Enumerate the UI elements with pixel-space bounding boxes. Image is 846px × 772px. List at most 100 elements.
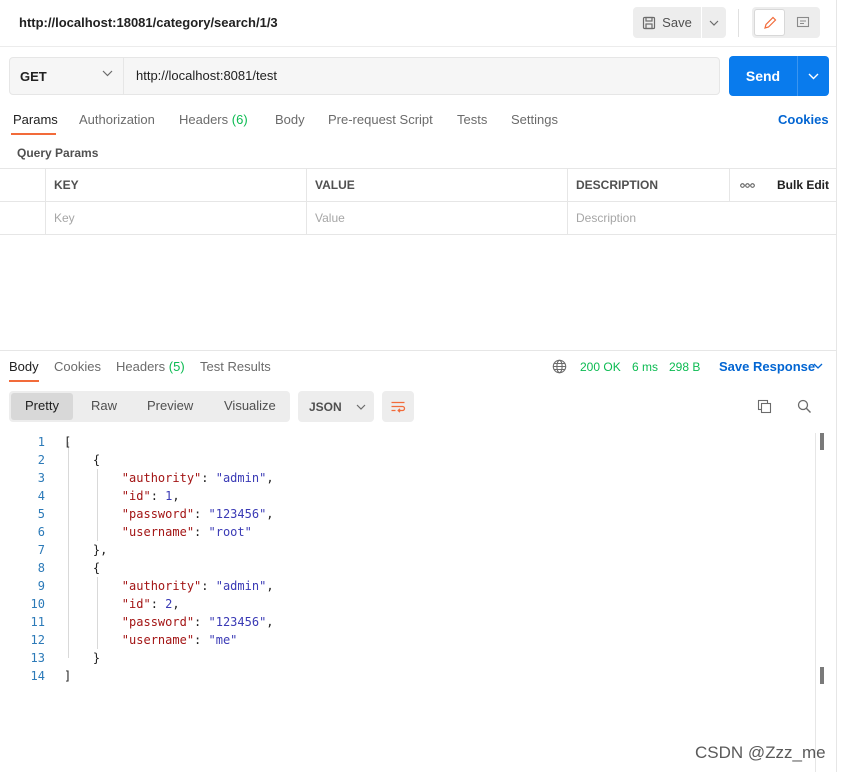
line-number: 1 — [37, 435, 45, 449]
code-text: "authority": "admin", — [121, 579, 274, 593]
view-mode-visualize[interactable]: Visualize — [224, 398, 276, 413]
view-mode-raw[interactable]: Raw — [91, 398, 117, 413]
format-select[interactable]: JSON — [298, 391, 374, 422]
description-input[interactable]: Description — [567, 202, 837, 234]
copy-icon[interactable] — [757, 399, 772, 414]
line-number: 11 — [30, 615, 45, 629]
code-text: "username": "root" — [121, 525, 252, 539]
response-time[interactable]: 6 ms — [632, 360, 658, 374]
save-response-button[interactable]: Save Response — [719, 359, 815, 374]
code-text: }, — [64, 543, 108, 557]
bulk-edit-label: Bulk Edit — [777, 178, 830, 192]
description-placeholder: Description — [576, 211, 637, 225]
tab-body[interactable]: Body — [275, 112, 305, 127]
key-input[interactable]: Key — [45, 202, 306, 234]
json-value: "admin" — [215, 579, 267, 593]
query-params-table: KEY VALUE DESCRIPTION Bulk Edit Key Valu… — [0, 168, 837, 235]
code-text: "password": "123456", — [121, 507, 274, 521]
code-line: 13 } — [0, 649, 800, 667]
line-number: 3 — [37, 471, 45, 485]
response-tab-test-results[interactable]: Test Results — [200, 359, 271, 374]
json-value: "admin" — [215, 471, 267, 485]
tab-pre-request-script[interactable]: Pre-request Script — [328, 112, 433, 127]
active-tab-indicator — [9, 380, 39, 382]
code-text: "id": 1, — [121, 489, 180, 503]
response-size[interactable]: 298 B — [669, 360, 700, 374]
code-line: 6 "username": "root" — [0, 523, 800, 541]
status-code[interactable]: 200 OK — [580, 360, 621, 374]
documentation-button[interactable] — [787, 9, 818, 36]
column-description: DESCRIPTION — [576, 178, 659, 192]
view-mode-pretty[interactable]: Pretty — [25, 398, 59, 413]
save-options-button[interactable] — [702, 7, 726, 38]
scrollbar-marker[interactable] — [820, 667, 824, 684]
tab-settings[interactable]: Settings — [511, 112, 558, 127]
divider — [738, 9, 739, 37]
table-header-row: KEY VALUE DESCRIPTION Bulk Edit — [0, 168, 837, 201]
code-line: 3 "authority": "admin", — [0, 469, 800, 487]
json-key: "authority" — [121, 579, 202, 593]
code-line: 4 "id": 1, — [0, 487, 800, 505]
line-number: 8 — [37, 561, 45, 575]
response-tab-body[interactable]: Body — [9, 359, 39, 374]
response-headers-count: (5) — [168, 359, 185, 374]
scrollbar-marker[interactable] — [820, 433, 824, 450]
code-text: { — [64, 453, 101, 467]
line-number: 14 — [30, 669, 45, 683]
tab-authorization[interactable]: Authorization — [79, 112, 155, 127]
line-number: 7 — [37, 543, 45, 557]
code-line: 11 "password": "123456", — [0, 613, 800, 631]
chevron-down-icon — [709, 20, 719, 26]
column-value: VALUE — [315, 178, 355, 192]
code-line: 14] — [0, 667, 800, 685]
json-key: "authority" — [121, 471, 202, 485]
json-value: 1 — [165, 489, 173, 503]
json-key: "password" — [121, 615, 195, 629]
save-button[interactable]: Save — [633, 7, 701, 38]
comment-icon — [796, 16, 809, 27]
json-value: "123456" — [208, 507, 267, 521]
response-tab-cookies[interactable]: Cookies — [54, 359, 101, 374]
watermark: CSDN @Zzz_me — [695, 743, 826, 762]
headers-count: (6) — [231, 112, 248, 127]
view-mode-preview[interactable]: Preview — [147, 398, 193, 413]
code-line: 12 "username": "me" — [0, 631, 800, 649]
request-title[interactable]: http://localhost:18081/category/search/1… — [19, 15, 278, 30]
edit-mode-button[interactable] — [754, 9, 785, 36]
search-icon[interactable] — [797, 399, 812, 414]
line-number: 9 — [37, 579, 45, 593]
url-input[interactable]: http://localhost:8081/test — [136, 68, 277, 83]
tab-tests[interactable]: Tests — [457, 112, 487, 127]
code-text: } — [64, 651, 101, 665]
code-line: 9 "authority": "admin", — [0, 577, 800, 595]
send-button[interactable]: Send — [729, 56, 797, 96]
chevron-down-icon — [808, 73, 819, 79]
more-options-button[interactable] — [729, 169, 765, 201]
json-key: "id" — [121, 489, 151, 503]
send-options-button[interactable] — [797, 56, 829, 96]
pencil-icon — [763, 16, 776, 29]
bulk-edit-button[interactable]: Bulk Edit — [765, 169, 837, 201]
scrollbar-track[interactable] — [815, 433, 816, 772]
line-number: 5 — [37, 507, 45, 521]
code-line: 5 "password": "123456", — [0, 505, 800, 523]
tab-headers[interactable]: Headers (6) — [179, 112, 248, 127]
line-number: 12 — [30, 633, 45, 647]
code-line: 2 { — [0, 451, 800, 469]
tab-params[interactable]: Params — [13, 112, 58, 127]
table-row: Key Value Description — [0, 201, 837, 234]
line-number: 4 — [37, 489, 45, 503]
response-tab-headers[interactable]: Headers (5) — [116, 359, 185, 374]
tab-headers-label: Headers — [179, 112, 229, 127]
response-tab-headers-label: Headers — [116, 359, 166, 374]
format-label: JSON — [309, 399, 342, 414]
cookies-link[interactable]: Cookies — [778, 112, 829, 127]
globe-icon[interactable] — [552, 359, 567, 374]
code-text: ] — [64, 669, 72, 683]
panel-border — [836, 0, 837, 772]
response-divider[interactable] — [0, 350, 837, 351]
wrap-lines-button[interactable] — [382, 391, 414, 422]
value-input[interactable]: Value — [306, 202, 567, 234]
code-text: [ — [64, 435, 72, 449]
code-text: "authority": "admin", — [121, 471, 274, 485]
